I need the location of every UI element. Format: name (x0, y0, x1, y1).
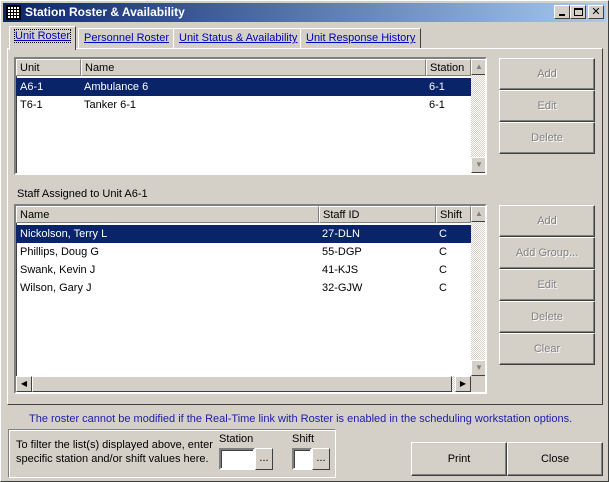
station-filter-label: Station (219, 433, 254, 445)
shift-filter-input[interactable] (292, 448, 312, 470)
column-header-station[interactable]: Station (426, 59, 471, 76)
station-cell: 6-1 (429, 81, 445, 93)
arrow-up-icon: ▲ (475, 209, 483, 218)
staff-name-cell: Nickolson, Terry L (20, 228, 108, 240)
units-vertical-scrollbar[interactable]: ▲ ▼ (471, 59, 485, 173)
minimize-icon (559, 14, 565, 16)
close-window-button[interactable]: ✕ (588, 5, 604, 19)
staff-id-cell: 27-DLN (322, 228, 360, 240)
title-bar[interactable]: Station Roster & Availability ✕ (3, 3, 606, 22)
column-header-shift[interactable]: Shift (436, 206, 471, 223)
scrollbar-corner (471, 376, 485, 392)
staff-section-label: Staff Assigned to Unit A6-1 (17, 188, 148, 200)
staff-name-cell: Phillips, Doug G (20, 246, 99, 258)
staff-id-cell: 41-KJS (322, 264, 359, 276)
staff-name-cell: Swank, Kevin J (20, 264, 96, 276)
unit-cell: T6-1 (20, 99, 43, 111)
minimize-button[interactable] (554, 5, 570, 19)
arrow-right-icon: ▶ (459, 379, 467, 388)
edit-staff-button[interactable]: Edit (499, 269, 595, 301)
shift-filter-label: Shift (292, 433, 315, 445)
column-header-name[interactable]: Name (81, 59, 426, 76)
table-row[interactable]: A6-1 Ambulance 6 6-1 (16, 78, 471, 96)
scroll-right-button[interactable]: ▶ (455, 376, 471, 392)
staff-list[interactable]: Name Staff ID Shift Nickolson, Terry L 2… (14, 204, 487, 394)
table-row[interactable]: Wilson, Gary J 32-GJW C (16, 279, 471, 297)
tab-label: Unit Status & Availability (179, 32, 298, 44)
arrow-down-icon: ▼ (475, 363, 483, 372)
shift-cell: C (439, 246, 447, 258)
grid-icon (6, 5, 21, 20)
scroll-up-button[interactable]: ▲ (471, 59, 485, 75)
shift-cell: C (439, 264, 447, 276)
close-button[interactable]: Close (507, 442, 603, 476)
staff-id-cell: 55-DGP (322, 246, 362, 258)
unit-cell: A6-1 (20, 81, 44, 93)
filter-instructions-line2: specific station and/or shift values her… (16, 453, 209, 465)
table-row[interactable]: Phillips, Doug G 55-DGP C (16, 243, 471, 261)
print-button[interactable]: Print (411, 442, 507, 476)
scroll-left-button[interactable]: ◀ (16, 376, 32, 392)
scroll-up-button[interactable]: ▲ (471, 206, 485, 222)
tab-label: Unit Roster (13, 29, 72, 43)
staff-id-cell: 32-GJW (322, 282, 363, 294)
maximize-icon (574, 8, 583, 16)
name-cell: Ambulance 6 (84, 81, 149, 93)
roster-notice: The roster cannot be modified if the Rea… (29, 413, 573, 425)
tab-unit-status-availability[interactable]: Unit Status & Availability (173, 28, 304, 49)
tab-unit-response-history[interactable]: Unit Response History (300, 28, 422, 49)
arrow-left-icon: ◀ (20, 379, 28, 388)
shift-cell: C (439, 228, 447, 240)
edit-unit-button[interactable]: Edit (499, 90, 595, 122)
shift-browse-button[interactable]: ... (312, 448, 330, 470)
scroll-down-button[interactable]: ▼ (471, 157, 485, 173)
staff-vertical-scrollbar[interactable]: ▲ ▼ (471, 206, 485, 376)
close-icon: ✕ (591, 6, 601, 18)
horizontal-scroll-thumb[interactable] (32, 376, 452, 392)
add-staff-button[interactable]: Add (499, 205, 595, 237)
table-row[interactable]: Swank, Kevin J 41-KJS C (16, 261, 471, 279)
shift-cell: C (439, 282, 447, 294)
name-cell: Tanker 6-1 (84, 99, 136, 111)
column-header-staff-id[interactable]: Staff ID (319, 206, 436, 223)
delete-staff-button[interactable]: Delete (499, 301, 595, 333)
station-roster-window: Station Roster & Availability ✕ Unit Ros… (0, 0, 609, 482)
delete-unit-button[interactable]: Delete (499, 122, 595, 154)
add-unit-button[interactable]: Add (499, 58, 595, 90)
arrow-up-icon: ▲ (475, 62, 483, 71)
staff-name-cell: Wilson, Gary J (20, 282, 92, 294)
filter-instructions-line1: To filter the list(s) displayed above, e… (16, 439, 213, 451)
station-cell: 6-1 (429, 99, 445, 111)
tab-label: Personnel Roster (84, 32, 169, 44)
units-list[interactable]: Unit Name Station A6-1 Ambulance 6 6-1 T… (14, 57, 487, 175)
staff-horizontal-scrollbar[interactable]: ◀ ▶ (16, 376, 471, 392)
maximize-button[interactable] (570, 5, 586, 19)
add-group-button[interactable]: Add Group... (499, 237, 595, 269)
column-header-name[interactable]: Name (16, 206, 319, 223)
arrow-down-icon: ▼ (475, 160, 483, 169)
station-filter-input[interactable] (219, 448, 255, 470)
table-row[interactable]: T6-1 Tanker 6-1 6-1 (16, 96, 471, 114)
clear-staff-button[interactable]: Clear (499, 333, 595, 365)
column-header-unit[interactable]: Unit (16, 59, 81, 76)
station-browse-button[interactable]: ... (255, 448, 273, 470)
scroll-down-button[interactable]: ▼ (471, 360, 485, 376)
tab-personnel-roster[interactable]: Personnel Roster (78, 28, 175, 49)
table-row[interactable]: Nickolson, Terry L 27-DLN C (16, 225, 471, 243)
tab-unit-roster[interactable]: Unit Roster (9, 26, 77, 50)
window-title: Station Roster & Availability (25, 5, 185, 19)
tab-label: Unit Response History (306, 32, 416, 44)
